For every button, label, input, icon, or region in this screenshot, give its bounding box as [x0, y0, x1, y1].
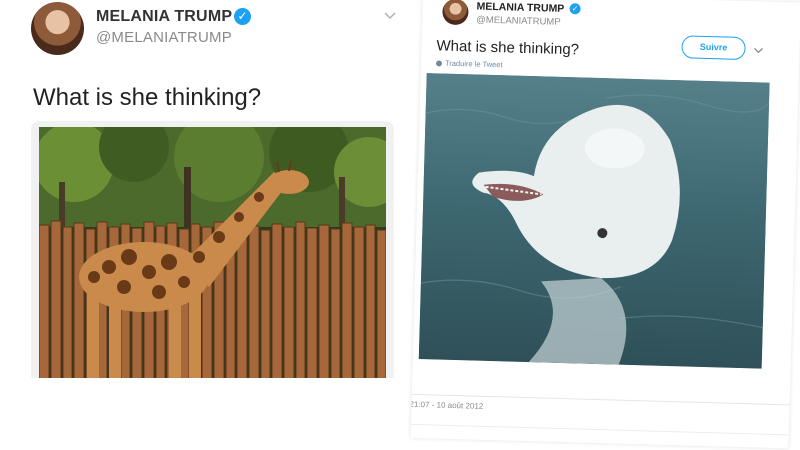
translate-label: Traduire le Tweet [444, 58, 503, 70]
right-tweet-card: MELANIA TRUMP ✓ @MELANIATRUMP Suivre Wha… [410, 0, 800, 449]
tweet-timestamp[interactable]: 21:07 - 10 août 2012 [411, 400, 484, 411]
right-display-name[interactable]: MELANIA TRUMP [476, 1, 564, 15]
globe-icon [435, 60, 443, 67]
left-display-name[interactable]: MELANIA TRUMP [96, 8, 232, 26]
left-tweet-text: What is she thinking? [33, 84, 262, 111]
right-tweet-text: What is she thinking? [436, 37, 580, 59]
left-chevron-down-icon[interactable] [384, 10, 396, 22]
right-avatar[interactable] [442, 0, 469, 26]
right-verified-icon: ✓ [569, 3, 581, 15]
right-chevron-down-icon[interactable] [753, 45, 764, 55]
giraffe-photo[interactable] [31, 121, 394, 378]
tweet-bottom-divider [410, 423, 789, 436]
left-handle[interactable]: @MELANIATRUMP [96, 29, 232, 46]
follow-button[interactable]: Suivre [681, 35, 746, 61]
left-tweet-card: MELANIA TRUMP ✓ @MELANIATRUMP What is sh… [0, 0, 414, 378]
beluga-photo[interactable] [418, 73, 770, 369]
translate-tweet-link[interactable]: Traduire le Tweet [435, 58, 503, 70]
left-avatar[interactable] [31, 2, 84, 55]
right-handle[interactable]: @MELANIATRUMP [476, 14, 561, 27]
left-verified-icon: ✓ [234, 8, 251, 25]
